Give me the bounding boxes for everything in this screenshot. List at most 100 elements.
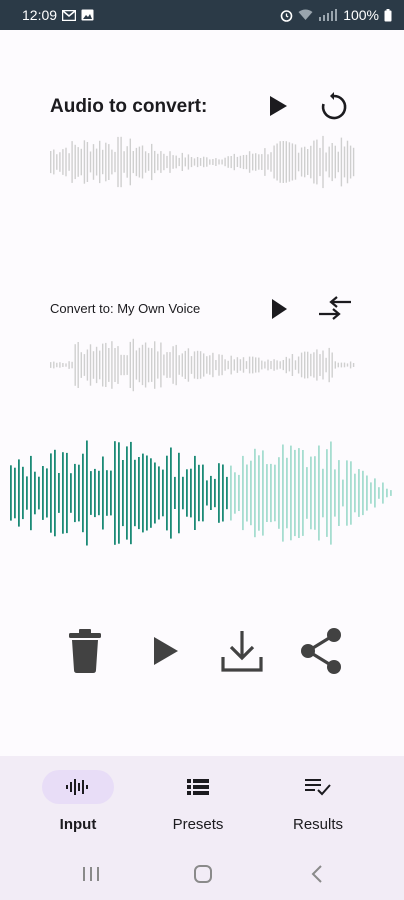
- battery-percent: 100%: [343, 7, 379, 23]
- waveform-bar: [300, 147, 303, 177]
- waveform-bar: [304, 351, 306, 379]
- waveform-bar: [273, 359, 275, 371]
- nav-item-presets[interactable]: Presets: [143, 770, 253, 840]
- waveform-bar: [186, 469, 188, 517]
- waveform-bar: [294, 144, 297, 180]
- waveform-bar: [68, 153, 70, 171]
- waveform-bar: [174, 476, 176, 509]
- waveform-bar: [178, 355, 180, 375]
- waveform-bar: [178, 157, 180, 167]
- source-waveform: [50, 135, 355, 189]
- waveform-bar: [74, 144, 76, 180]
- waveform-bar: [382, 482, 384, 504]
- waveform-bar: [270, 152, 272, 172]
- waveform-bar: [92, 351, 95, 379]
- waveform-bar: [212, 352, 214, 378]
- waveform-bar: [111, 341, 113, 389]
- waveform-bar: [313, 352, 315, 378]
- waveform-bar: [141, 145, 144, 179]
- waveform-bar: [374, 478, 376, 508]
- waveform-bar: [98, 470, 100, 516]
- share-button[interactable]: [297, 627, 345, 675]
- waveform-bar: [135, 350, 138, 380]
- waveform-bar: [258, 154, 260, 170]
- waveform-bar: [203, 353, 205, 377]
- waveform-bar: [59, 362, 61, 368]
- swap-voice-button[interactable]: [316, 293, 354, 323]
- trash-icon: [69, 629, 101, 673]
- waveform-bar: [349, 361, 352, 369]
- waveform-bar: [319, 147, 321, 177]
- waveform-bar: [77, 342, 79, 388]
- waveform-bar: [358, 469, 360, 517]
- waveform-bar: [62, 149, 64, 175]
- waveform-bar: [114, 441, 116, 545]
- waveform-bar: [193, 351, 196, 379]
- waveform-bar: [158, 466, 160, 520]
- play-icon: [270, 96, 287, 116]
- waveform-bar: [50, 453, 52, 533]
- waveform-bar: [142, 453, 144, 533]
- waveform-bar: [147, 153, 150, 171]
- waveform-bar: [182, 476, 184, 510]
- waveform-bar: [206, 157, 208, 167]
- waveform-bar: [199, 351, 202, 379]
- waveform-bar: [18, 459, 20, 527]
- waveform-bar: [56, 362, 58, 368]
- waveform-bar: [340, 137, 343, 187]
- waveform-bar: [163, 153, 165, 171]
- waveform-bar: [242, 357, 245, 373]
- waveform-bar: [92, 144, 95, 180]
- recent-apps-button[interactable]: [76, 860, 106, 888]
- waveform-bar: [313, 140, 315, 184]
- nav-item-results[interactable]: Results: [263, 770, 373, 840]
- waveform-bar: [288, 358, 291, 372]
- waveform-bar: [196, 350, 199, 380]
- waveform-bar: [203, 156, 205, 168]
- nav-indicator: [42, 770, 114, 804]
- delete-button[interactable]: [61, 627, 109, 675]
- checklist-icon: [305, 779, 331, 796]
- waveform-bar: [194, 455, 196, 530]
- waveform-bar: [102, 149, 104, 175]
- waveform-bar: [154, 462, 156, 524]
- waveform-bar: [342, 479, 344, 507]
- waveform-bar: [190, 356, 193, 374]
- waveform-bar: [346, 460, 348, 526]
- waveform-bar: [56, 154, 58, 170]
- waveform-bar: [270, 463, 272, 523]
- waveform-bar: [298, 448, 300, 538]
- waveform-bar: [234, 472, 236, 514]
- reload-source-button[interactable]: [316, 89, 352, 125]
- waveform-bar: [46, 468, 48, 518]
- waveform-bar: [74, 344, 76, 386]
- waveform-bar: [157, 153, 159, 171]
- signal-icon: [318, 9, 338, 21]
- waveform-bar: [166, 352, 168, 378]
- nav-item-input[interactable]: Input: [23, 770, 133, 840]
- home-button[interactable]: [188, 860, 218, 888]
- download-button[interactable]: [218, 627, 266, 675]
- waveform-bar: [202, 464, 204, 522]
- play-source-button[interactable]: [262, 90, 294, 122]
- waveform-bar: [198, 464, 200, 522]
- waveform-bar: [245, 154, 248, 170]
- waveform-bar: [338, 460, 340, 526]
- play-result-button[interactable]: [142, 627, 190, 675]
- waveform-bar: [226, 476, 228, 510]
- back-button[interactable]: [302, 860, 332, 888]
- waveform-bar: [86, 142, 89, 182]
- waveform-bar: [123, 354, 125, 376]
- play-target-button[interactable]: [264, 294, 294, 324]
- waveform-bar: [102, 343, 104, 387]
- play-icon: [154, 637, 178, 665]
- waveform-bar: [53, 361, 55, 369]
- gmail-icon: [62, 9, 77, 21]
- waveform-bar: [294, 449, 296, 537]
- waveform-bar: [291, 143, 294, 181]
- converted-waveform: [10, 440, 392, 546]
- waveform-bar: [54, 449, 56, 537]
- waveform-bar: [166, 455, 168, 531]
- waveform-bar: [78, 464, 80, 522]
- waveform-bar: [151, 348, 153, 382]
